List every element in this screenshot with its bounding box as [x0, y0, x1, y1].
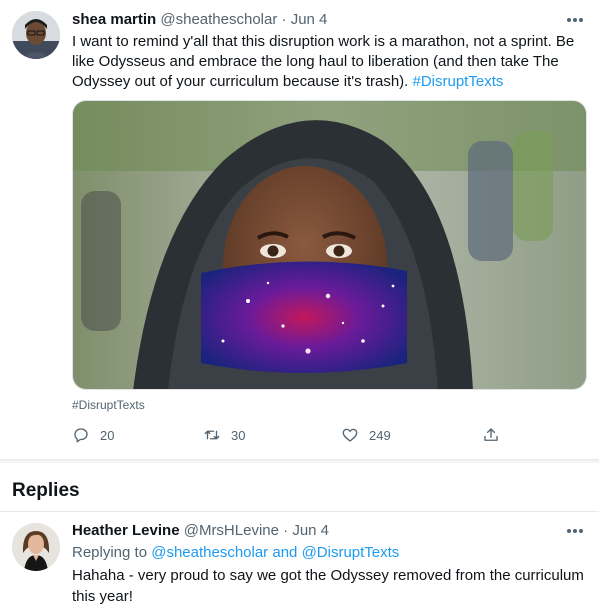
tweet[interactable]: shea martin @sheathescholar · Jun 4 I wa… — [0, 0, 599, 458]
retweet-count: 30 — [231, 427, 246, 443]
like-button[interactable]: 249 — [341, 424, 391, 446]
media-hashtag[interactable]: #DisruptTexts — [72, 398, 145, 412]
heart-icon — [342, 428, 358, 442]
retweet-icon — [204, 430, 220, 440]
reply-count: 20 — [100, 427, 115, 443]
replies-heading: Replies — [12, 480, 80, 501]
replying-to-line: Replying to @sheathescholar and @Disrupt… — [72, 543, 399, 563]
tweet-photo[interactable] — [72, 100, 587, 390]
section-separator — [0, 459, 599, 463]
author-name[interactable]: shea martin — [72, 11, 156, 28]
reply-tweet[interactable]: Heather Levine @MrsHLevine · Jun 4 Reply… — [0, 512, 599, 608]
share-button[interactable] — [482, 424, 510, 446]
reply-author-avatar[interactable] — [12, 523, 60, 571]
and-word: and — [272, 544, 298, 561]
share-icon — [484, 428, 498, 441]
mention-link[interactable]: @DisruptTexts — [302, 544, 400, 561]
more-icon[interactable] — [567, 526, 585, 536]
reply-date[interactable]: Jun 4 — [292, 522, 329, 539]
hashtag-link[interactable]: #DisruptTexts — [413, 73, 504, 90]
author-avatar[interactable] — [12, 11, 60, 59]
separator-dot: · — [281, 11, 287, 28]
reply-author-name[interactable]: Heather Levine — [72, 522, 180, 539]
separator-dot: · — [283, 522, 289, 539]
tweet-actions: 20 30 249 — [72, 424, 512, 446]
tweet-date[interactable]: Jun 4 — [291, 11, 328, 28]
retweet-button[interactable]: 30 — [203, 424, 245, 446]
author-handle[interactable]: @sheathescholar — [160, 11, 277, 28]
replying-prefix: Replying to — [72, 544, 148, 561]
reply-icon — [74, 428, 88, 443]
reply-author-handle[interactable]: @MrsHLevine — [184, 522, 279, 539]
more-icon[interactable] — [567, 15, 585, 25]
reply-button[interactable]: 20 — [72, 424, 114, 446]
reply-text: Hahaha - very proud to say we got the Od… — [72, 567, 584, 605]
mention-link[interactable]: @sheathescholar — [151, 544, 268, 561]
tweet-text: I want to remind y'all that this disrupt… — [72, 32, 592, 92]
like-count: 249 — [369, 427, 391, 443]
reply-header: Heather Levine @MrsHLevine · Jun 4 — [72, 521, 329, 541]
tweet-header: shea martin @sheathescholar · Jun 4 — [72, 10, 327, 30]
